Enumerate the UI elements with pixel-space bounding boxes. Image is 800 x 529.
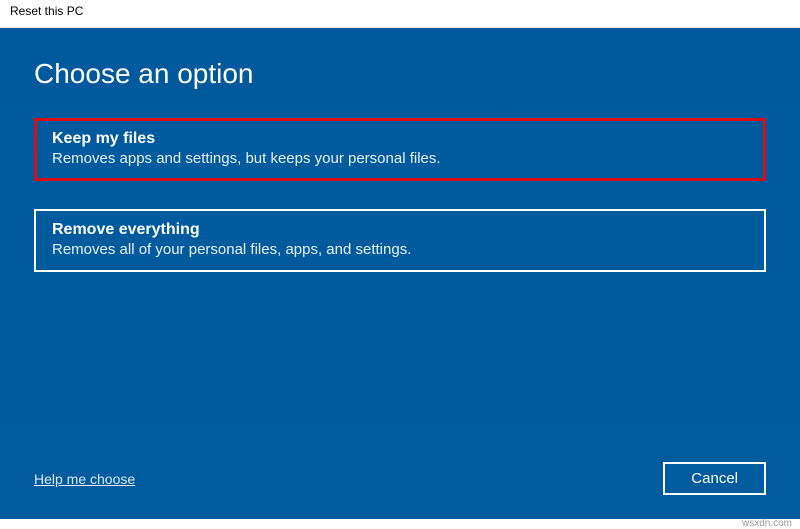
dialog-footer: Help me choose Cancel [34, 462, 766, 499]
option-title: Keep my files [52, 130, 748, 148]
option-remove-everything[interactable]: Remove everything Removes all of your pe… [34, 209, 766, 272]
option-title: Remove everything [52, 221, 748, 239]
option-description: Removes apps and settings, but keeps you… [52, 150, 748, 167]
window-title-bar: Reset this PC [0, 0, 800, 28]
dialog-heading: Choose an option [34, 58, 766, 90]
help-me-choose-link[interactable]: Help me choose [34, 471, 135, 487]
option-description: Removes all of your personal files, apps… [52, 241, 748, 258]
window-title: Reset this PC [10, 4, 83, 18]
watermark: wsxdn.com [742, 518, 792, 529]
cancel-button[interactable]: Cancel [663, 462, 766, 495]
reset-dialog: Choose an option Keep my files Removes a… [0, 28, 800, 519]
option-keep-my-files[interactable]: Keep my files Removes apps and settings,… [34, 118, 766, 181]
